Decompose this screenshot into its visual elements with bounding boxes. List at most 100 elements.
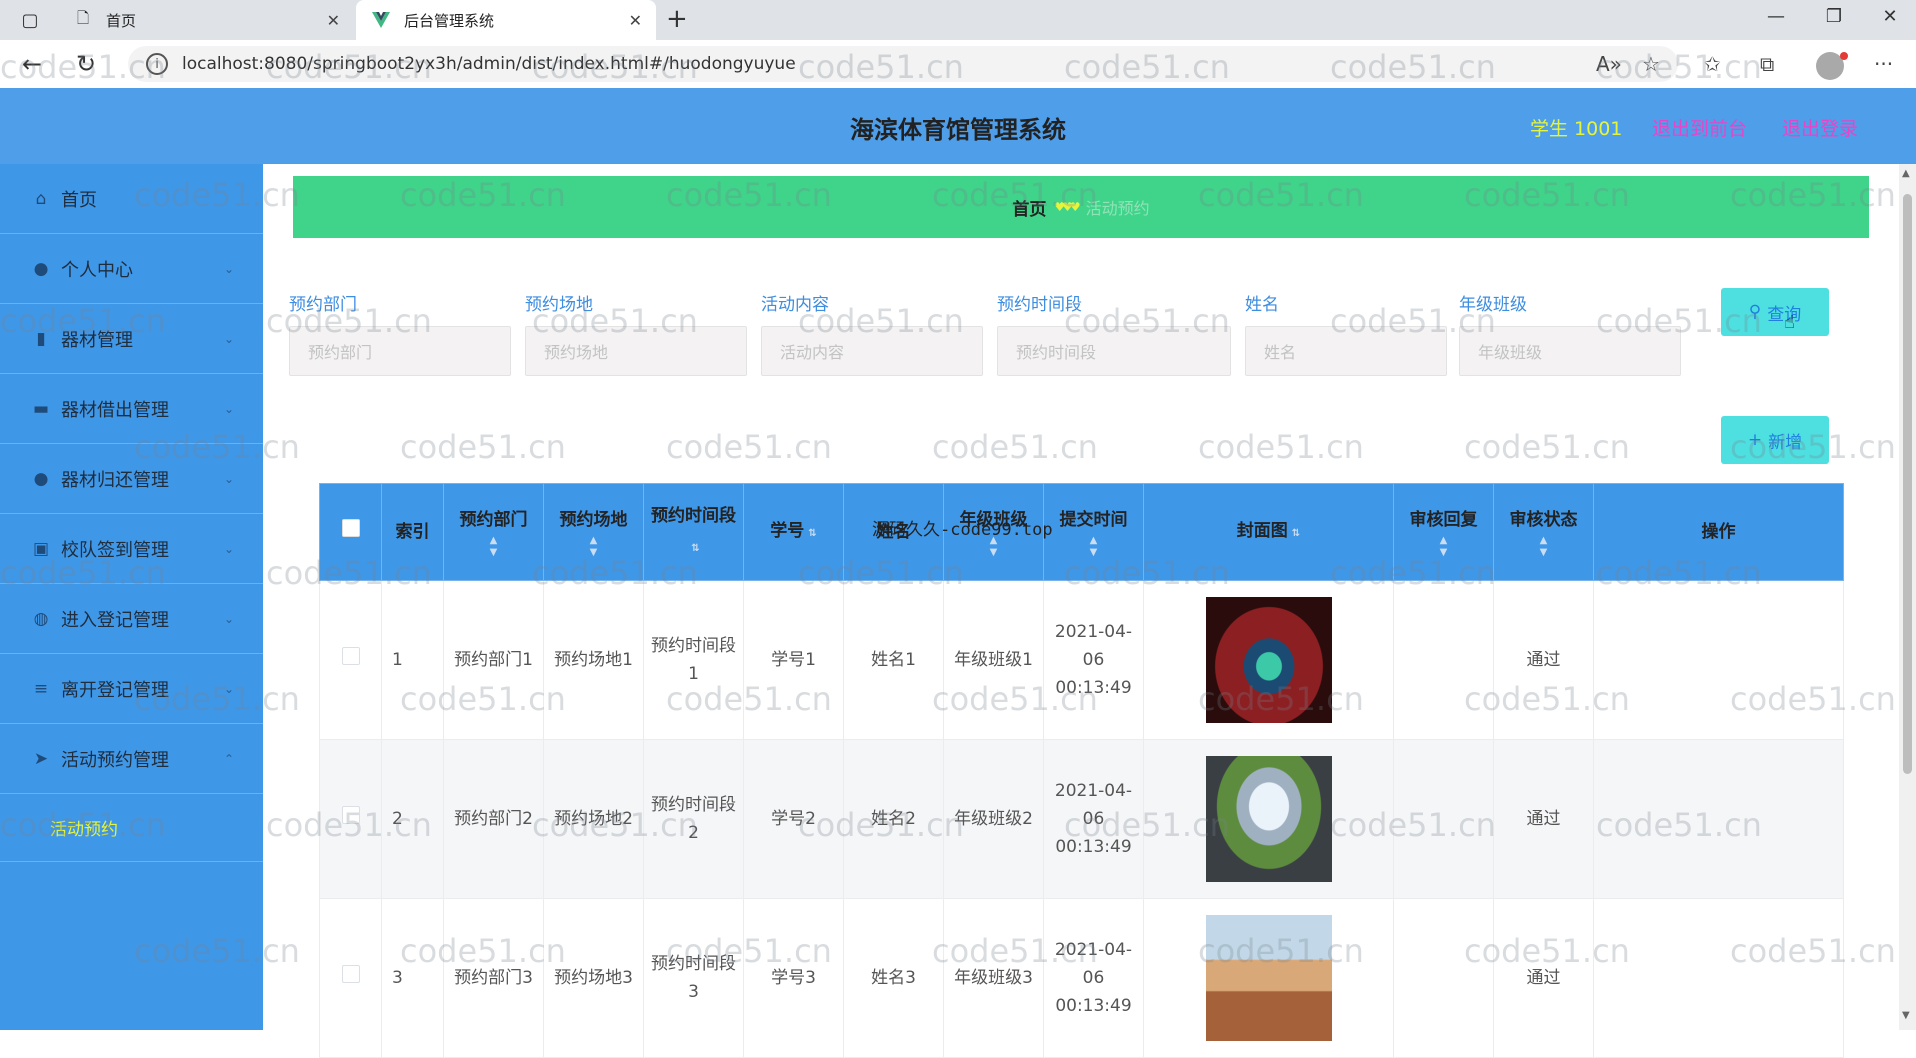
cell-venue: 预约场地1: [543, 580, 644, 740]
column-label: 操作: [1701, 522, 1736, 542]
search-input-name[interactable]: 姓名: [1245, 326, 1447, 376]
add-button[interactable]: + 新增: [1721, 416, 1829, 464]
search-input-timeslot[interactable]: 预约时间段: [997, 326, 1231, 376]
more-icon[interactable]: ···: [1874, 52, 1893, 76]
column-header-student-no[interactable]: 学号 ⇅: [743, 483, 844, 581]
close-icon[interactable]: ✕: [629, 11, 642, 30]
scrollbar-thumb[interactable]: [1903, 194, 1912, 774]
cell-name: 姓名1: [843, 580, 944, 740]
cover-image[interactable]: [1205, 915, 1332, 1041]
cell-submit-time: 2021-04-06 00:13:49: [1043, 580, 1144, 740]
cell-student-no: 学号3: [743, 898, 844, 1058]
close-icon[interactable]: ✕: [327, 11, 340, 30]
collections-icon[interactable]: ⧉: [1760, 52, 1774, 76]
sidebar-subitem-label: 活动预约: [50, 820, 118, 840]
column-header-reply[interactable]: 审核回复 ▲ ▼: [1393, 483, 1494, 581]
sort-icon[interactable]: ▲ ▼: [448, 535, 539, 559]
cell-index: 3: [381, 898, 444, 1058]
cell-venue: 预约场地3: [543, 898, 644, 1058]
refresh-icon[interactable]: ↻: [76, 50, 96, 78]
query-button[interactable]: ⚲ 查询: [1721, 288, 1829, 336]
table-row: 1 预约部门1 预约场地1 预约时间段1 学号1 姓名1 年级班级1 2021-…: [319, 580, 1844, 740]
column-header-submit-time[interactable]: 提交时间 ▲ ▼: [1043, 483, 1144, 581]
site-info-icon[interactable]: i: [146, 53, 168, 75]
sidebar-item-equipment[interactable]: ▮ 器材管理 ⌄: [0, 304, 263, 374]
sort-icon[interactable]: ▲ ▼: [1498, 535, 1589, 559]
cell-dept: 预约部门3: [443, 898, 544, 1058]
sidebar-item-team-checkin[interactable]: ▣ 校队签到管理 ⌄: [0, 514, 263, 584]
column-label: 封面图: [1236, 520, 1288, 541]
read-aloud-icon[interactable]: A»: [1596, 52, 1622, 76]
browser-tab-home[interactable]: 🗋 首页 ✕: [58, 0, 354, 40]
sort-icon[interactable]: ⇅: [1292, 528, 1300, 539]
sidebar-item-label: 器材借出管理: [61, 399, 169, 421]
sidebar-item-equipment-return[interactable]: ● 器材归还管理 ⌄: [0, 444, 263, 514]
notification-dot: [1840, 52, 1848, 60]
sidebar-subitem-activity-booking[interactable]: 活动预约: [0, 794, 263, 862]
cell-student-no: 学号1: [743, 580, 844, 740]
field-label-dept: 预约部门: [289, 295, 357, 315]
breadcrumb-home[interactable]: 首页: [1012, 195, 1046, 220]
sidebar-item-label: 器材管理: [61, 329, 133, 351]
cell-venue: 预约场地2: [543, 739, 644, 899]
logout-link[interactable]: 退出登录: [1782, 114, 1858, 141]
window-close-icon[interactable]: ✕: [1870, 6, 1910, 27]
cell-timeslot: 预约时间段3: [643, 898, 744, 1058]
cell-dept: 预约部门2: [443, 739, 544, 899]
sidebar-item-personal-center[interactable]: ● 个人中心 ⌄: [0, 234, 263, 304]
column-label: 索引: [395, 522, 430, 542]
column-header-actions: 操作: [1593, 483, 1844, 581]
sort-icon[interactable]: ▲ ▼: [1398, 535, 1489, 559]
url-field[interactable]: i localhost:8080/springboot2yx3h/admin/d…: [128, 46, 1678, 82]
tab-title: 后台管理系统: [404, 11, 495, 30]
chevron-down-icon: ⌄: [224, 471, 235, 486]
sort-icon[interactable]: ⇅: [691, 543, 699, 554]
favorite-star-icon[interactable]: ☆: [1642, 52, 1660, 76]
row-checkbox[interactable]: [341, 647, 360, 665]
new-tab-button[interactable]: +: [666, 4, 688, 34]
column-label: 审核回复: [1409, 510, 1478, 530]
favorites-icon[interactable]: ✩: [1704, 52, 1721, 76]
page-icon: 🗋: [76, 8, 90, 27]
back-arrow-icon[interactable]: ←: [22, 50, 42, 78]
search-input-grade-class[interactable]: 年级班级: [1459, 326, 1681, 376]
tab-actions-icon[interactable]: ▢: [8, 6, 52, 34]
sidebar-item-entry-registration[interactable]: ◍ 进入登记管理 ⌄: [0, 584, 263, 654]
field-label-content: 活动内容: [761, 295, 829, 315]
select-all-checkbox[interactable]: [341, 519, 360, 537]
column-header-cover[interactable]: 封面图 ⇅: [1143, 483, 1394, 581]
cell-name: 姓名3: [843, 898, 944, 1058]
search-input-venue[interactable]: 预约场地: [525, 326, 747, 376]
column-header-venue[interactable]: 预约场地 ▲ ▼: [543, 483, 644, 581]
sidebar-item-label: 活动预约管理: [61, 749, 169, 771]
cover-image[interactable]: [1205, 597, 1332, 723]
row-checkbox[interactable]: [341, 965, 360, 983]
url-text[interactable]: localhost:8080/springboot2yx3h/admin/dis…: [182, 54, 796, 74]
sidebar-item-home[interactable]: ⌂ 首页: [0, 164, 263, 234]
scroll-up-arrow-icon[interactable]: ▲: [1902, 168, 1910, 179]
user-icon: ●: [33, 468, 49, 489]
row-checkbox[interactable]: [341, 806, 360, 824]
scroll-down-arrow-icon[interactable]: ▼: [1902, 1010, 1910, 1021]
sidebar-item-label: 首页: [61, 189, 97, 211]
sort-icon[interactable]: ⇅: [808, 528, 816, 539]
minimize-icon[interactable]: —: [1756, 6, 1796, 27]
search-input-dept[interactable]: 预约部门: [289, 326, 511, 376]
column-header-timeslot[interactable]: 预约时间段 ⇅: [643, 483, 744, 581]
sidebar-item-equipment-lending[interactable]: ▬ 器材借出管理 ⌄: [0, 374, 263, 444]
browser-tab-admin[interactable]: 后台管理系统 ✕: [356, 0, 656, 40]
maximize-icon[interactable]: ❐: [1814, 6, 1854, 27]
column-label: 预约场地: [559, 510, 628, 530]
sidebar-item-exit-registration[interactable]: ≡ 离开登记管理 ⌄: [0, 654, 263, 724]
sort-icon[interactable]: ▲ ▼: [548, 535, 639, 559]
field-label-name: 姓名: [1245, 295, 1279, 315]
sort-icon[interactable]: ▲ ▼: [1048, 535, 1139, 559]
column-header-dept[interactable]: 预约部门 ▲ ▼: [443, 483, 544, 581]
cell-actions: [1593, 580, 1844, 740]
cover-image[interactable]: [1205, 756, 1332, 882]
sidebar-item-activity-booking[interactable]: ➤ 活动预约管理 ⌃: [0, 724, 263, 794]
back-to-front-link[interactable]: 退出到前台: [1652, 114, 1747, 141]
page-scrollbar[interactable]: ▲ ▼: [1899, 164, 1916, 1030]
column-header-status[interactable]: 审核状态 ▲ ▼: [1493, 483, 1594, 581]
search-input-content[interactable]: 活动内容: [761, 326, 983, 376]
